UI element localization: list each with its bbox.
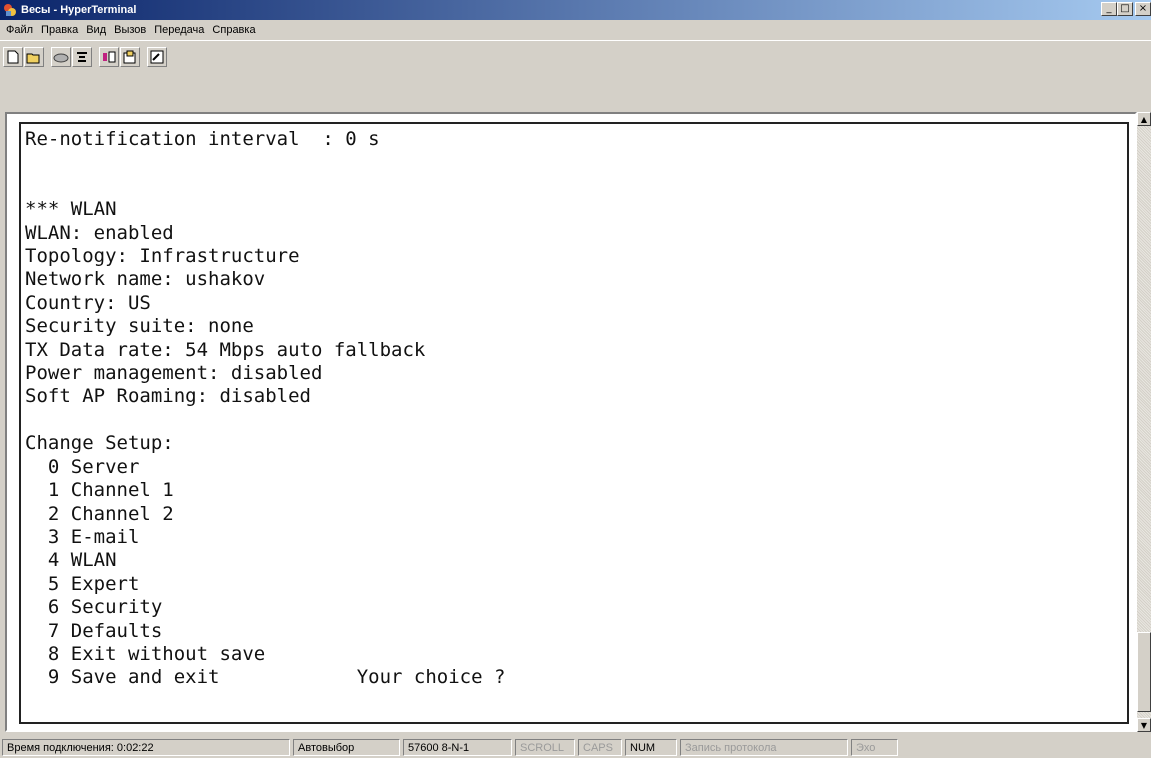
menu-view[interactable]: Вид: [82, 24, 110, 36]
status-connected-time: Время подключения: 0:02:22: [2, 739, 290, 756]
terminal-line: Security suite: none: [25, 315, 254, 338]
terminal-line: 5 Expert: [25, 572, 140, 595]
menu-bar: Файл Правка Вид Вызов Передача Справка: [0, 20, 1151, 39]
receive-file-icon[interactable]: [120, 47, 140, 67]
properties-icon[interactable]: [147, 47, 167, 67]
terminal-line: Topology: Infrastructure: [25, 245, 300, 268]
status-port-settings: 57600 8-N-1: [403, 739, 512, 756]
terminal-line: 8 Exit without save: [25, 642, 266, 665]
terminal-screen[interactable]: Re-notification interval : 0 s *** WLAN W…: [19, 122, 1129, 724]
terminal-line: Network name: ushakov: [25, 268, 266, 291]
terminal-line: Power management: disabled: [25, 362, 323, 385]
terminal-line: Re-notification interval : 0 s: [25, 128, 380, 150]
maximize-button[interactable]: □: [1117, 2, 1133, 16]
scroll-down-icon[interactable]: ▼: [1137, 718, 1151, 732]
status-bar: Время подключения: 0:02:22 Автовыбор 576…: [0, 737, 1151, 758]
terminal-output: Re-notification interval : 0 s *** WLAN W…: [21, 124, 1127, 694]
terminal-line: 2 Channel 2: [25, 502, 174, 525]
terminal-line: Country: US: [25, 291, 151, 314]
hyperterminal-icon: [3, 3, 17, 17]
scroll-up-icon[interactable]: ▲: [1137, 112, 1151, 126]
disconnect-icon[interactable]: [72, 47, 92, 67]
phone-icon[interactable]: [51, 47, 71, 67]
terminal-line: 3 E-mail: [25, 525, 140, 548]
menu-file[interactable]: Файл: [2, 24, 37, 36]
scroll-thumb[interactable]: [1137, 632, 1151, 712]
terminal-line: Soft AP Roaming: disabled: [25, 385, 311, 408]
terminal-line: 4 WLAN: [25, 549, 117, 572]
terminal-line: 0 Server: [25, 455, 140, 478]
send-file-icon[interactable]: [99, 47, 119, 67]
new-document-icon[interactable]: [3, 47, 23, 67]
terminal-window[interactable]: Re-notification interval : 0 s *** WLAN W…: [5, 112, 1137, 732]
status-num: NUM: [625, 739, 677, 756]
open-folder-icon[interactable]: [24, 47, 44, 67]
toolbar: [0, 40, 1151, 92]
menu-transfer[interactable]: Передача: [150, 24, 208, 36]
terminal-line: 1 Channel 1: [25, 479, 174, 502]
terminal-line: TX Data rate: 54 Mbps auto fallback: [25, 338, 426, 361]
terminal-line: WLAN: enabled: [25, 221, 174, 244]
status-echo: Эхо: [851, 739, 898, 756]
status-scroll: SCROLL: [515, 739, 575, 756]
menu-edit[interactable]: Правка: [37, 24, 82, 36]
terminal-line: Change Setup:: [25, 432, 174, 455]
menu-help[interactable]: Справка: [208, 24, 259, 36]
minimize-button[interactable]: _: [1101, 2, 1117, 16]
menu-call[interactable]: Вызов: [110, 24, 150, 36]
terminal-line: 9 Save and exit Your choice ?: [25, 666, 506, 689]
terminal-line: 6 Security: [25, 596, 163, 619]
status-capture: Запись протокола: [680, 739, 848, 756]
title-bar: Весы - HyperTerminal _ □ ×: [0, 0, 1151, 20]
terminal-line: 7 Defaults: [25, 619, 163, 642]
window-title: Весы - HyperTerminal: [21, 4, 137, 16]
status-autodetect: Автовыбор: [293, 739, 400, 756]
vertical-scrollbar[interactable]: ▲ ▼: [1137, 112, 1151, 732]
terminal-line: *** WLAN: [25, 198, 117, 221]
close-button[interactable]: ×: [1135, 2, 1151, 16]
status-caps: CAPS: [578, 739, 622, 756]
